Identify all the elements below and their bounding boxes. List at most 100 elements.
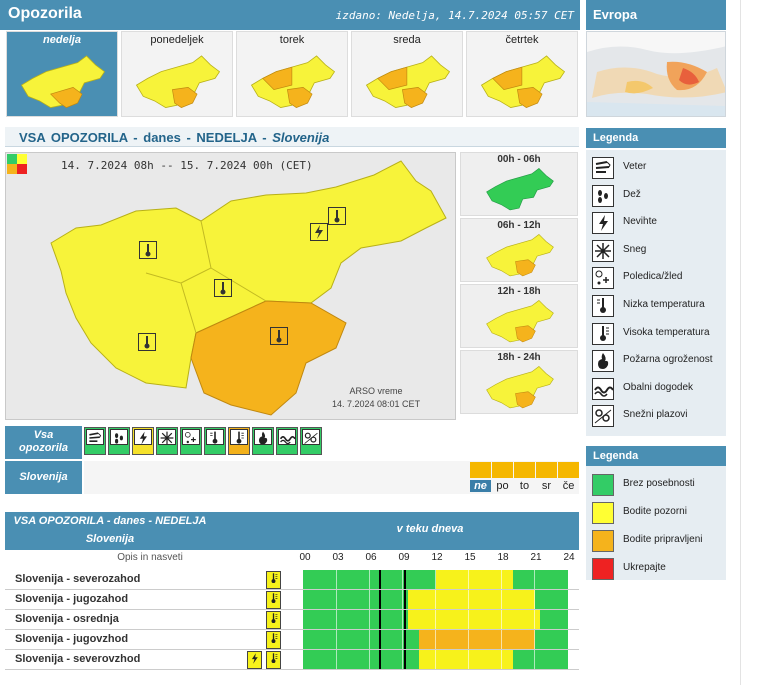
legend-item: Poledica/žled xyxy=(592,266,722,290)
forecast-day-level[interactable] xyxy=(492,462,513,478)
color-swatch xyxy=(592,558,614,580)
forecast-day-label[interactable]: ne xyxy=(470,480,491,492)
legend-item: Nizka temperatura xyxy=(592,294,722,318)
legend-types-header: Legenda xyxy=(586,128,726,148)
table-row[interactable]: Slovenija - jugovzhod xyxy=(5,630,579,650)
legend-color-item: Brez posebnosti xyxy=(592,473,722,497)
warning-type-low-temperature-icon[interactable] xyxy=(204,427,226,455)
timeline-segment xyxy=(534,590,568,609)
day-tab-4[interactable]: četrtek xyxy=(466,31,578,117)
day-tab-0[interactable]: nedelja xyxy=(6,31,118,117)
legend-color-item: Bodite pozorni xyxy=(592,501,722,525)
page-border xyxy=(740,0,741,685)
europe-map[interactable] xyxy=(586,31,726,117)
warning-type-ice-icon[interactable] xyxy=(180,427,202,455)
day-tab-label: ponedeljek xyxy=(150,34,204,46)
europe-title: Evropa xyxy=(593,7,638,22)
ice-icon xyxy=(595,270,609,285)
high-temperature-icon[interactable] xyxy=(270,327,288,345)
day-tab-label: torek xyxy=(279,34,305,46)
forecast-day-level[interactable] xyxy=(558,462,579,478)
hour-tick: 21 xyxy=(530,552,542,563)
period-map-graphic xyxy=(486,300,554,343)
legend-color-label: Bodite pripravljeni xyxy=(623,534,703,545)
high-temperature-icon[interactable] xyxy=(138,333,156,351)
thunderstorm-icon[interactable] xyxy=(247,651,262,669)
rain-icon xyxy=(598,189,608,203)
timeline-bar xyxy=(303,650,568,669)
table-row[interactable]: Slovenija - osrednja xyxy=(5,610,579,630)
section-title: VSA OPOZORILA - danes - NEDELJA - Sloven… xyxy=(19,130,330,145)
high-temperature-icon[interactable] xyxy=(266,631,281,649)
warning-type-high-temperature-icon[interactable] xyxy=(228,427,250,455)
table-row[interactable]: Slovenija - severozahod xyxy=(5,570,579,590)
forecast-day-level[interactable] xyxy=(470,462,491,478)
section-title-bar: VSA OPOZORILA - danes - NEDELJA - Sloven… xyxy=(5,127,579,147)
period-map-1[interactable]: 06h - 12h xyxy=(460,218,578,282)
color-swatch xyxy=(592,474,614,496)
forecast-day-label[interactable]: to xyxy=(514,480,535,492)
legend-label: Sneg xyxy=(623,243,647,255)
top-header-bar: Opozorila izdano: Nedelja, 14.7.2024 05:… xyxy=(0,0,580,30)
hour-tick: 00 xyxy=(299,552,311,563)
timeline-segment xyxy=(418,650,513,669)
warning-type-wind-icon[interactable] xyxy=(84,427,106,455)
day-tab-2[interactable]: torek xyxy=(236,31,348,117)
timeline-subheader: Opis in nasveti 00 03 06 09 12 15 18 21 24 xyxy=(5,552,579,568)
thunderstorm-icon xyxy=(251,653,258,664)
legend-color-item: Ukrepajte xyxy=(592,557,722,581)
legend-icon-box xyxy=(592,239,614,262)
forecast-day-label[interactable]: sr xyxy=(536,480,557,492)
legend-color-label: Brez posebnosti xyxy=(623,478,695,489)
table-row[interactable]: Slovenija - severovzhod xyxy=(5,650,579,670)
europe-header[interactable]: Evropa xyxy=(586,0,726,30)
legend-item: Požarna ogroženost xyxy=(592,349,722,373)
high-temperature-icon[interactable] xyxy=(214,279,232,297)
legend-color-item: Bodite pripravljeni xyxy=(592,529,722,553)
day-tab-label: četrtek xyxy=(505,34,539,46)
period-map-2[interactable]: 12h - 18h xyxy=(460,284,578,348)
day-tab-3[interactable]: sreda xyxy=(351,31,463,117)
warning-type-thunderstorm-icon[interactable] xyxy=(132,427,154,455)
warning-type-snow-icon[interactable] xyxy=(156,427,178,455)
region-name: Slovenija - jugozahod xyxy=(15,593,129,605)
hour-tick: 09 xyxy=(398,552,410,563)
timeline-segment xyxy=(418,630,535,649)
rain-icon xyxy=(115,433,123,444)
forecast-day-label[interactable]: po xyxy=(492,480,513,492)
region-name: Slovenija - osrednja xyxy=(15,613,119,625)
warning-type-rain-icon[interactable] xyxy=(108,427,130,455)
high-temperature-icon[interactable] xyxy=(139,241,157,259)
timeline-bar xyxy=(303,610,568,629)
day-tab-1[interactable]: ponedeljek xyxy=(121,31,233,117)
legend-item: Nevihte xyxy=(592,211,722,235)
coastal-icon xyxy=(279,436,296,445)
thunderstorm-icon[interactable] xyxy=(310,223,328,241)
high-temperature-icon[interactable] xyxy=(266,591,281,609)
forecast-day-label[interactable]: če xyxy=(558,480,579,492)
warning-type-avalanche-icon[interactable] xyxy=(300,427,322,455)
legend-colors-header: Legenda xyxy=(586,446,726,466)
table-row[interactable]: Slovenija - jugozahod xyxy=(5,590,579,610)
high-temperature-icon xyxy=(271,633,278,644)
forecast-day-level[interactable] xyxy=(536,462,557,478)
main-warning-map[interactable]: 14. 7.2024 08h -- 15. 7.2024 00h (CET) A… xyxy=(5,152,456,420)
region-name: Slovenija - severozahod xyxy=(15,573,141,585)
legend-icon-box xyxy=(592,405,614,428)
thunderstorm-icon xyxy=(599,215,608,232)
warning-type-coastal-icon[interactable] xyxy=(276,427,298,455)
legend-item: Visoka temperatura xyxy=(592,322,722,346)
period-map-3[interactable]: 18h - 24h xyxy=(460,350,578,414)
warning-type-fire-icon[interactable] xyxy=(252,427,274,455)
period-map-0[interactable]: 00h - 06h xyxy=(460,152,578,216)
forecast-day-level[interactable] xyxy=(514,462,535,478)
legend-item: Veter xyxy=(592,156,722,180)
high-temperature-icon[interactable] xyxy=(266,651,281,669)
high-temperature-icon[interactable] xyxy=(328,207,346,225)
wind-icon xyxy=(89,432,102,442)
timeline-segment xyxy=(303,590,408,609)
high-temperature-icon[interactable] xyxy=(266,571,281,589)
fire-icon xyxy=(259,431,268,445)
hour-tick: 24 xyxy=(563,552,575,563)
high-temperature-icon[interactable] xyxy=(266,611,281,629)
